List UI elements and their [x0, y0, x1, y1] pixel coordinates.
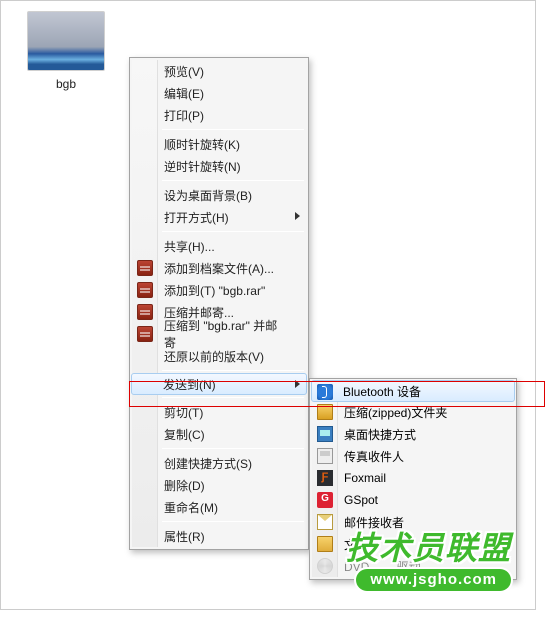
- window-frame: bgb 预览(V) 编辑(E) 打印(P) 顺时针旋转(K) 逆时针旋转(N) …: [0, 0, 536, 610]
- menu-create-shortcut[interactable]: 创建快捷方式(S): [132, 452, 306, 474]
- menu-preview[interactable]: 预览(V): [132, 60, 306, 82]
- menu-rar-compress-bgb-email[interactable]: 压缩到 "bgb.rar" 并邮寄: [132, 323, 306, 345]
- separator: [162, 448, 304, 449]
- separator: [162, 180, 304, 181]
- desktop-icon: [317, 426, 333, 442]
- menu-properties[interactable]: 属性(R): [132, 525, 306, 547]
- menu-rar-add-bgb[interactable]: 添加到(T) "bgb.rar": [132, 279, 306, 301]
- menu-rar-add-archive[interactable]: 添加到档案文件(A)...: [132, 257, 306, 279]
- documents-icon: [317, 536, 333, 552]
- submenu-zipped-folder[interactable]: 压缩(zipped)文件夹: [312, 401, 514, 423]
- file-thumbnail: [27, 11, 105, 71]
- separator: [162, 521, 304, 522]
- submenu-desktop-shortcut[interactable]: 桌面快捷方式: [312, 423, 514, 445]
- watermark: 技术员联盟 www.jsgho.com: [346, 531, 511, 591]
- file-name-label: bgb: [21, 77, 111, 91]
- separator: [162, 129, 304, 130]
- menu-share[interactable]: 共享(H)...: [132, 235, 306, 257]
- file-item[interactable]: bgb: [21, 11, 111, 91]
- bluetooth-icon: [317, 384, 333, 400]
- mail-icon: [317, 514, 333, 530]
- submenu-foxmail[interactable]: ƑFoxmail: [312, 467, 514, 489]
- separator: [162, 231, 304, 232]
- context-menu: 预览(V) 编辑(E) 打印(P) 顺时针旋转(K) 逆时针旋转(N) 设为桌面…: [129, 57, 309, 550]
- menu-items: 预览(V) 编辑(E) 打印(P) 顺时针旋转(K) 逆时针旋转(N) 设为桌面…: [132, 60, 306, 547]
- dvd-drive-icon: [317, 558, 333, 574]
- chevron-right-icon: [295, 380, 300, 388]
- rar-icon: [137, 326, 153, 342]
- watermark-url: www.jsgho.com: [356, 569, 511, 591]
- rar-icon: [137, 282, 153, 298]
- menu-set-wallpaper[interactable]: 设为桌面背景(B): [132, 184, 306, 206]
- rar-icon: [137, 304, 153, 320]
- menu-open-with[interactable]: 打开方式(H): [132, 206, 306, 228]
- menu-send-to[interactable]: 发送到(N): [131, 373, 307, 395]
- foxmail-icon: Ƒ: [317, 470, 333, 486]
- menu-delete[interactable]: 删除(D): [132, 474, 306, 496]
- gspot-icon: G: [317, 492, 333, 508]
- separator: [162, 370, 304, 371]
- menu-print[interactable]: 打印(P): [132, 104, 306, 126]
- chevron-right-icon: [295, 212, 300, 220]
- submenu-bluetooth[interactable]: Bluetooth 设备: [311, 380, 515, 402]
- zip-folder-icon: [317, 404, 333, 420]
- menu-rename[interactable]: 重命名(M): [132, 496, 306, 518]
- rar-icon: [137, 260, 153, 276]
- separator: [162, 397, 304, 398]
- menu-copy[interactable]: 复制(C): [132, 423, 306, 445]
- menu-rotate-cw[interactable]: 顺时针旋转(K): [132, 133, 306, 155]
- submenu-gspot[interactable]: GGSpot: [312, 489, 514, 511]
- fax-icon: [317, 448, 333, 464]
- menu-edit[interactable]: 编辑(E): [132, 82, 306, 104]
- menu-cut[interactable]: 剪切(T): [132, 401, 306, 423]
- submenu-fax-recipient[interactable]: 传真收件人: [312, 445, 514, 467]
- menu-restore-versions[interactable]: 还原以前的版本(V): [132, 345, 306, 367]
- watermark-brand: 技术员联盟: [346, 531, 511, 565]
- menu-rotate-ccw[interactable]: 逆时针旋转(N): [132, 155, 306, 177]
